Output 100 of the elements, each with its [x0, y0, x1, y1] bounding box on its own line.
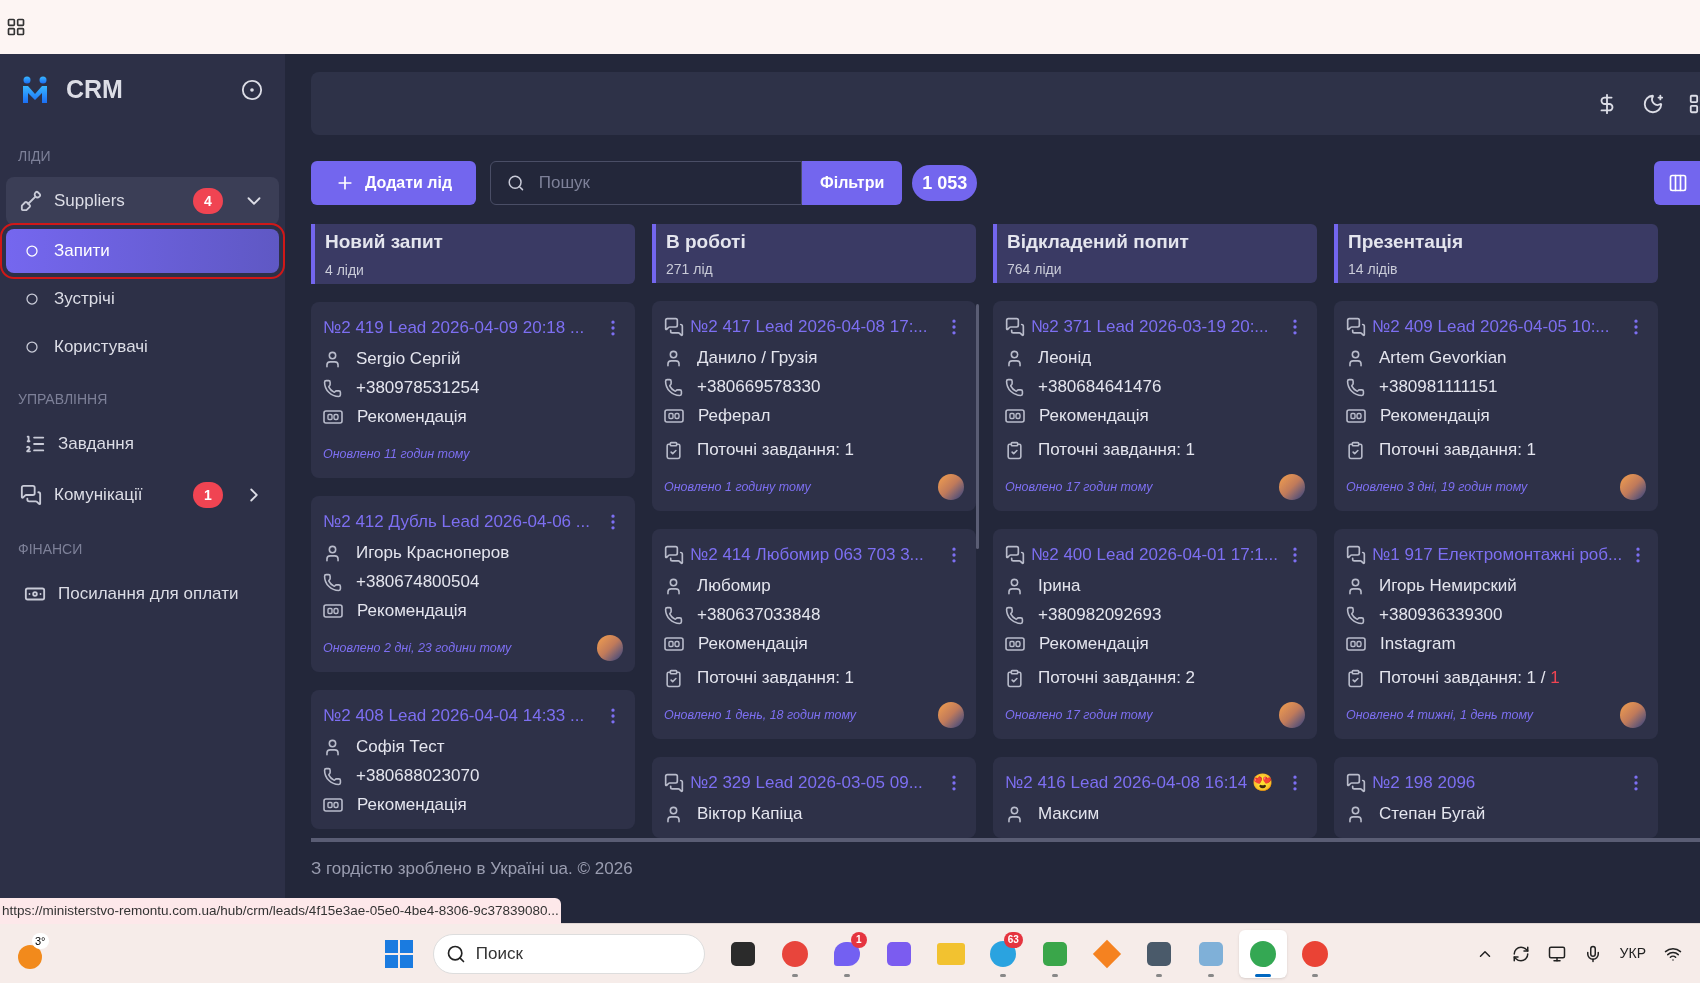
chat-bubbles-icon — [1346, 773, 1366, 793]
card-field: Рекомендація — [357, 404, 467, 430]
card-field: Рекомендація — [357, 598, 467, 624]
chat-bubbles-icon — [1005, 545, 1025, 565]
lead-count: 271 лід — [666, 260, 714, 279]
person-icon — [1005, 804, 1024, 824]
updated-time: Оновлено 1 годину тому — [664, 478, 811, 496]
moon-icon[interactable] — [1642, 92, 1664, 115]
avatar — [1620, 474, 1646, 500]
sync-icon[interactable] — [1511, 944, 1530, 963]
card-field: +380684641476 — [1038, 374, 1162, 400]
chat-bubbles-icon — [664, 773, 684, 793]
nav-subitem[interactable]: Користувачі — [6, 325, 279, 369]
search-icon — [445, 943, 466, 964]
phone-icon — [664, 377, 683, 397]
taskbar-search[interactable]: Поиск — [432, 933, 705, 974]
lead-card[interactable]: №2 408 Lead 2026-04-04 14:33 ... Софія Тест +380688023070 Рекомендація — [311, 690, 635, 829]
lead-card[interactable]: №2 409 Lead 2026-04-05 10:... Artem Gevorkian +380981111151 Рекомендація Поточні завдання: 1 Оновлено 3 дні, 19 годин тому — [1334, 301, 1658, 511]
nav-label: Зустрічі — [54, 288, 115, 311]
lead-card[interactable]: №2 412 Дубль Lead 2026-04-06 ... Игорь Красноперов +380674800504 Рекомендація Оновлено 2 дні, 23 години тому — [311, 496, 635, 672]
nav-item[interactable]: Посилання для оплати — [6, 570, 279, 618]
search-input[interactable]: Пошук — [538, 170, 786, 196]
count-badge: 4 — [193, 188, 223, 214]
filters-button[interactable]: Фільтри — [802, 161, 903, 205]
weather-icon — [18, 944, 42, 969]
apps-grid-icon[interactable] — [6, 17, 26, 37]
ad-tag-icon — [1346, 408, 1366, 424]
chat-bubbles-icon — [20, 484, 42, 506]
column-title: Відкладений попит — [1007, 230, 1190, 254]
circle-icon — [26, 245, 38, 257]
lead-card[interactable]: №2 419 Lead 2026-04-09 20:18 ... Sergio Сергій +380978531254 Рекомендація Оновлено 11 годин тому — [311, 302, 635, 478]
add-lead-button[interactable]: Додати лід — [311, 161, 477, 205]
lead-card[interactable]: №1 917 Електромонтажні роб... Игорь Немирский +380936339300 Instagram Поточні завдання: 1 / 1 Оновлено 4 тижні, 1 день тому — [1334, 529, 1658, 739]
count-badge: 1 — [193, 482, 223, 508]
person-icon — [323, 349, 342, 369]
lead-card[interactable]: №2 400 Lead 2026-04-01 17:1... Ірина +380982092693 Рекомендація Поточні завдання: 2 Оновлено 17 годин тому — [993, 529, 1317, 739]
avatar — [938, 702, 964, 728]
card-field: Степан Бугай — [1379, 801, 1486, 827]
card-field: +380978531254 — [356, 375, 480, 401]
card-field: Поточні завдання: 1 / 1 — [1379, 665, 1560, 691]
horizontal-scrollbar[interactable] — [311, 838, 1700, 842]
card-field: Данило / Грузія — [697, 345, 818, 371]
lead-card[interactable]: №2 414 Любомир 063 703 3... Любомир +380637033848 Рекомендація Поточні завдання: 1 Оновлено 1 день, 18 годин тому — [652, 529, 976, 739]
columns-icon — [1668, 173, 1688, 193]
lead-card[interactable]: №2 198 2096 Степан Бугай — [1334, 757, 1658, 838]
person-icon — [1346, 576, 1365, 596]
phone-icon — [664, 605, 683, 625]
phone-icon — [1005, 605, 1024, 625]
chat-bubbles-icon — [1346, 317, 1366, 337]
logo-icon — [22, 76, 48, 104]
circle-icon — [26, 293, 38, 305]
ad-tag-icon — [664, 636, 684, 652]
card-field: Поточні завдання: 1 — [697, 437, 855, 463]
nav-group[interactable]: Комунікації 1 — [6, 471, 279, 519]
ad-tag-icon — [664, 408, 684, 424]
board-view-button[interactable] — [1654, 161, 1700, 205]
windows-logo-icon[interactable] — [384, 939, 413, 968]
lead-card[interactable]: №2 416 Lead 2026-04-08 16:14 😍 Максим — [993, 757, 1317, 838]
card-field: +380982092693 — [1038, 602, 1162, 628]
card-field: +380936339300 — [1379, 602, 1503, 628]
card-field: Любомир — [697, 573, 771, 599]
ad-tag-icon — [1346, 636, 1366, 652]
person-icon — [1005, 348, 1024, 368]
avatar — [1620, 702, 1646, 728]
total-count: 1 053 — [912, 165, 978, 201]
nav-label: Suppliers — [54, 190, 126, 213]
lead-card[interactable]: №2 371 Lead 2026-03-19 20:... Леонід +380684641476 Рекомендація Поточні завдання: 1 Оновлено 17 годин тому — [993, 301, 1317, 511]
lead-count: 764 ліди — [1007, 260, 1063, 279]
monitor-icon[interactable] — [1547, 944, 1566, 963]
status-url: https://ministerstvo-remontu.com.ua/hub/crm/leads/4f15e3ae-05e0-4be4-8306-9c37839080... — [0, 898, 561, 925]
card-field: Поточні завдання: 1 — [1379, 437, 1537, 463]
language-indicator[interactable]: УКР — [1619, 943, 1646, 964]
chat-bubbles-icon — [1005, 317, 1025, 337]
lead-card[interactable]: №2 329 Lead 2026-03-05 09... Віктор Капіца — [652, 757, 976, 838]
card-field: Рекомендація — [357, 792, 467, 818]
taskbar-search-input[interactable]: Поиск — [475, 940, 626, 967]
nav-group[interactable]: Suppliers 4 — [6, 177, 279, 225]
column-title: Новий запит — [325, 230, 444, 254]
target-icon[interactable] — [241, 79, 263, 101]
updated-time: Оновлено 11 годин тому — [323, 445, 470, 463]
card-field: Рекомендація — [698, 631, 808, 657]
updated-time: Оновлено 17 годин тому — [1005, 478, 1153, 496]
card-field: +380674800504 — [356, 569, 480, 595]
numbered-list-icon — [24, 433, 46, 455]
card-field: Поточні завдання: 2 — [1038, 665, 1196, 691]
card-field: +380637033848 — [697, 602, 821, 628]
nav-item[interactable]: Завдання — [6, 420, 279, 468]
nav-label: Запити — [54, 240, 110, 263]
task-list-icon — [1005, 440, 1024, 460]
lead-card[interactable]: №2 417 Lead 2026-04-08 17:... Данило / Грузія +380669578330 Реферал Поточні завдання: 1 Оновлено 1 годину тому — [652, 301, 976, 511]
phone-icon — [1005, 377, 1024, 397]
notification-badge: 1 — [850, 931, 867, 948]
avatar — [597, 635, 623, 661]
chat-bubbles-icon — [1346, 545, 1366, 565]
nav-subitem[interactable]: Зустрічі — [6, 277, 279, 321]
scrollbar[interactable] — [976, 304, 979, 549]
card-field: Поточні завдання: 1 — [697, 665, 855, 691]
person-icon — [323, 737, 342, 757]
search-field[interactable]: Пошук — [490, 161, 803, 205]
nav-label: Посилання для оплати — [58, 583, 239, 606]
